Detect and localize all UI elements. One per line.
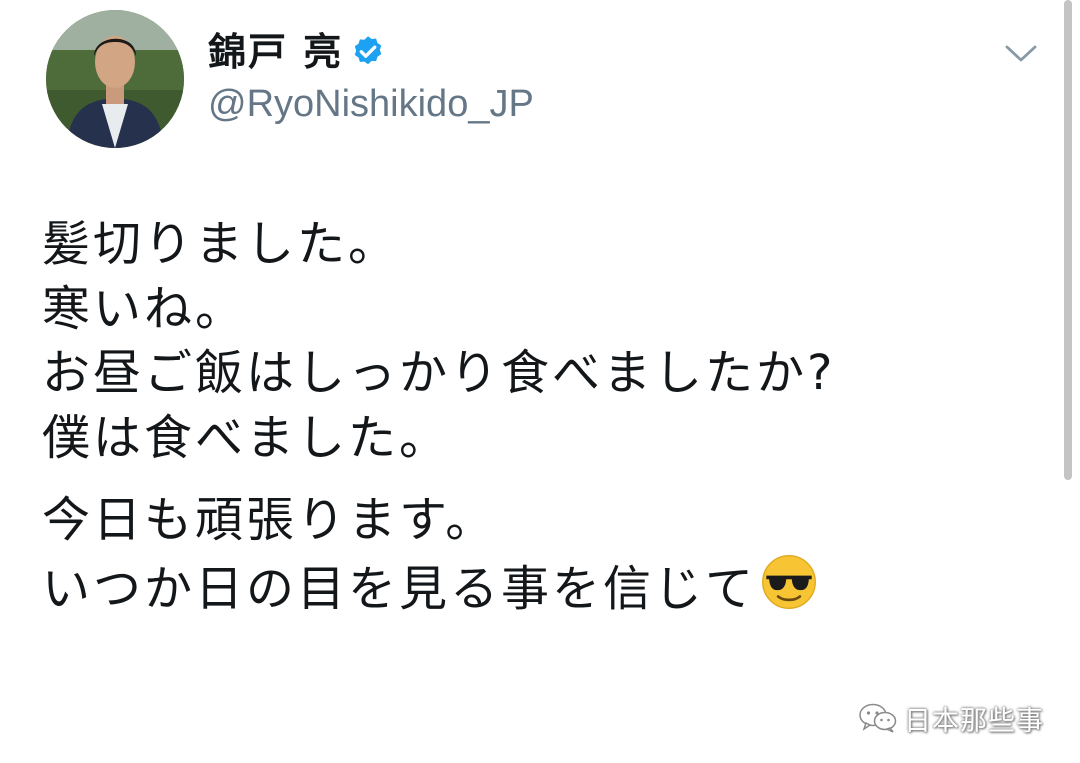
display-name[interactable]: 錦戸 亮 (208, 28, 343, 76)
verified-badge-icon (354, 36, 382, 65)
chevron-down-icon[interactable] (1004, 42, 1038, 66)
scrollbar[interactable] (1064, 0, 1072, 480)
tweet-card: 錦戸 亮 @RyoNishikido_JP 髪切りました。 寒いね。 お昼ご飯は… (0, 0, 1080, 763)
tweet-line: 僕は食べました。 (42, 409, 451, 466)
tweet-line-text: いつか日の目を見る事を信じて (42, 560, 757, 617)
tweet-text: 髪切りました。 寒いね。 お昼ご飯はしっかり食べましたか? 僕は食べました。 今… (42, 212, 1052, 621)
avatar-photo (46, 10, 184, 148)
wechat-icon (859, 703, 897, 733)
watermark-text: 日本那些事 (904, 705, 1044, 737)
tweet-line: 今日も頑張ります。 (42, 492, 497, 548)
watermark: 日本那些事 (858, 700, 1044, 737)
tweet-line-last: いつか日の目を見る事を信じて (42, 553, 1052, 622)
user-handle[interactable]: @RyoNishikido_JP (208, 80, 534, 128)
tweet-line: お昼ご飯はしっかり食べましたか? (42, 345, 836, 401)
smiling-face-with-sunglasses-icon (762, 554, 816, 609)
tweet-line: 髪切りました。 (42, 216, 400, 272)
tweet-line: 寒いね。 (42, 280, 247, 337)
avatar[interactable] (46, 10, 184, 148)
